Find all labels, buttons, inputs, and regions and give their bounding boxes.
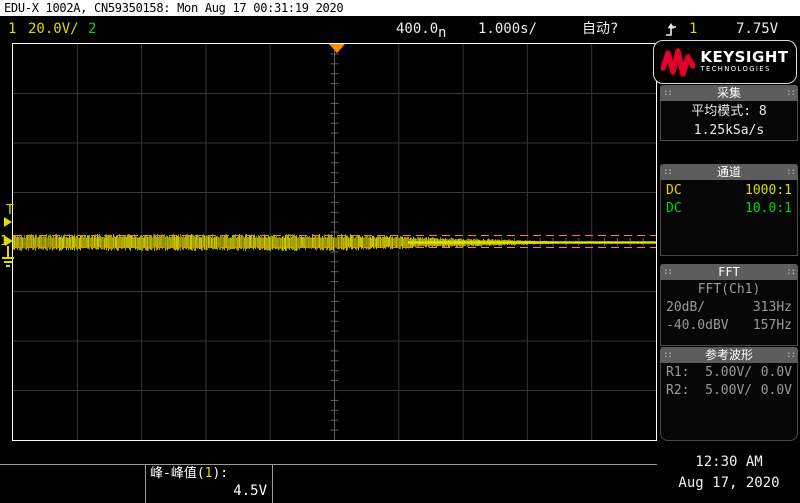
fft-center: 157Hz [753, 317, 792, 335]
ground-symbol-bar3 [6, 265, 10, 267]
ref1-label-scale: R1: 5.00V/ [666, 364, 752, 382]
acquisition-mode: 平均模式: 8 [661, 102, 797, 121]
grip-icon: :: [663, 164, 672, 180]
brand-subtitle: TECHNOLOGIES [700, 65, 788, 74]
clock-date: Aug 17, 2020 [659, 473, 799, 494]
ref2-offset: 0.0V [761, 382, 792, 400]
fft-offset-row: -40.0dBV 157Hz [661, 317, 797, 335]
ch1-probe-ratio: 1000:1 [745, 182, 792, 200]
trigger-mode-readout[interactable]: 自动? [582, 16, 618, 43]
rising-edge-trigger-icon [664, 22, 678, 38]
ch1-settings-row[interactable]: DC 1000:1 [661, 182, 797, 200]
trigger-level-marker[interactable] [4, 217, 12, 227]
reference-title: 参考波形 [672, 347, 786, 363]
brand-name: KEYSIGHT [700, 50, 788, 65]
clock-time: 12:30 AM [659, 452, 799, 473]
acquisition-title: 采集 [672, 85, 786, 101]
keysight-logo-box: KEYSIGHT TECHNOLOGIES [653, 40, 797, 84]
ground-symbol-bar2 [4, 261, 12, 263]
ref2-label: R2: [666, 383, 689, 398]
ch1-ground-marker[interactable] [5, 236, 13, 246]
ch2-coupling: DC [666, 200, 682, 218]
grip-icon: :: [786, 164, 795, 180]
keysight-logo-text: KEYSIGHT TECHNOLOGIES [700, 50, 788, 74]
channels-panel[interactable]: DC 1000:1 DC 10.0:1 [660, 180, 798, 256]
status-bar: 1 20.0V/ 2 400.0 ns 1.000s/ 自动? 1 7.75V [0, 16, 800, 43]
oscilloscope-screen: EDU-X 1002A, CN59350158: Mon Aug 17 00:3… [0, 0, 800, 503]
measurement-box-left-border [145, 464, 146, 503]
reference-panel-header[interactable]: :: 参考波形 :: [660, 347, 798, 363]
clock: 12:30 AM Aug 17, 2020 [659, 452, 799, 494]
fft-title: FFT [672, 264, 786, 280]
ch1-number-badge[interactable]: 1 [8, 16, 16, 43]
delay-readout[interactable]: 400.0 [396, 16, 438, 43]
trigger-source-readout[interactable]: 1 [689, 16, 697, 43]
ref1-offset: 0.0V [761, 364, 792, 382]
ground-symbol-bar1 [2, 257, 14, 259]
acquisition-panel-header[interactable]: :: 采集 :: [660, 85, 798, 101]
measurement-label[interactable]: 峰-峰值(1): [150, 466, 228, 482]
ch2-number-badge[interactable]: 2 [88, 16, 96, 43]
grip-icon: :: [663, 85, 672, 101]
ref1-row[interactable]: R1: 5.00V/ 0.0V [661, 364, 797, 382]
channels-title: 通道 [672, 164, 786, 180]
title-bar: EDU-X 1002A, CN59350158: Mon Aug 17 00:3… [0, 0, 800, 16]
trigger-marker-label: T [6, 204, 14, 217]
grip-icon: :: [663, 347, 672, 363]
grip-icon: :: [786, 85, 795, 101]
reference-panel[interactable]: R1: 5.00V/ 0.0V R2: 5.00V/ 0.0V [660, 363, 798, 441]
ref1-label: R1: [666, 365, 689, 380]
time-reference-marker[interactable] [329, 44, 345, 53]
fft-panel-header[interactable]: :: FFT :: [660, 264, 798, 280]
fft-panel[interactable]: FFT(Ch1) 20dB/ 313Hz -40.0dBV 157Hz [660, 280, 798, 346]
fft-source: FFT(Ch1) [661, 280, 797, 299]
ch2-probe-ratio: 10.0:1 [745, 200, 792, 218]
grip-icon: :: [663, 264, 672, 280]
ch1-waveform-trace [13, 44, 656, 441]
ch1-coupling: DC [666, 182, 682, 200]
measurement-value: 4.5V [150, 483, 267, 499]
measurement-cursor-top[interactable] [13, 235, 656, 236]
keysight-logo-icon [661, 46, 695, 78]
ref2-scale: 5.00V/ [705, 383, 752, 398]
fft-scale-row: 20dB/ 313Hz [661, 299, 797, 317]
fft-scale: 20dB/ [666, 299, 705, 317]
measurement-label-prefix: 峰-峰值( [150, 466, 205, 481]
acquisition-panel[interactable]: 平均模式: 8 1.25kSa/s [660, 101, 798, 141]
bottom-divider [0, 464, 657, 465]
channels-panel-header[interactable]: :: 通道 :: [660, 164, 798, 180]
ground-symbol-stem [7, 246, 9, 257]
ref1-scale: 5.00V/ [705, 365, 752, 380]
trigger-level-readout[interactable]: 7.75V [736, 16, 778, 43]
fft-offset: -40.0dBV [666, 317, 729, 335]
measurement-cursor-bottom[interactable] [13, 247, 656, 248]
ch2-settings-row[interactable]: DC 10.0:1 [661, 200, 797, 218]
measurement-label-suffix: ): [212, 466, 228, 481]
ref2-row[interactable]: R2: 5.00V/ 0.0V [661, 382, 797, 400]
grip-icon: :: [786, 347, 795, 363]
ch1-scale-readout[interactable]: 20.0V/ [28, 16, 79, 43]
grip-icon: :: [786, 264, 795, 280]
ref2-label-scale: R2: 5.00V/ [666, 382, 752, 400]
sample-rate: 1.25kSa/s [661, 121, 797, 140]
timebase-readout[interactable]: 1.000s/ [478, 16, 537, 43]
fft-span: 313Hz [753, 299, 792, 317]
measurement-box-right-border [272, 464, 273, 503]
